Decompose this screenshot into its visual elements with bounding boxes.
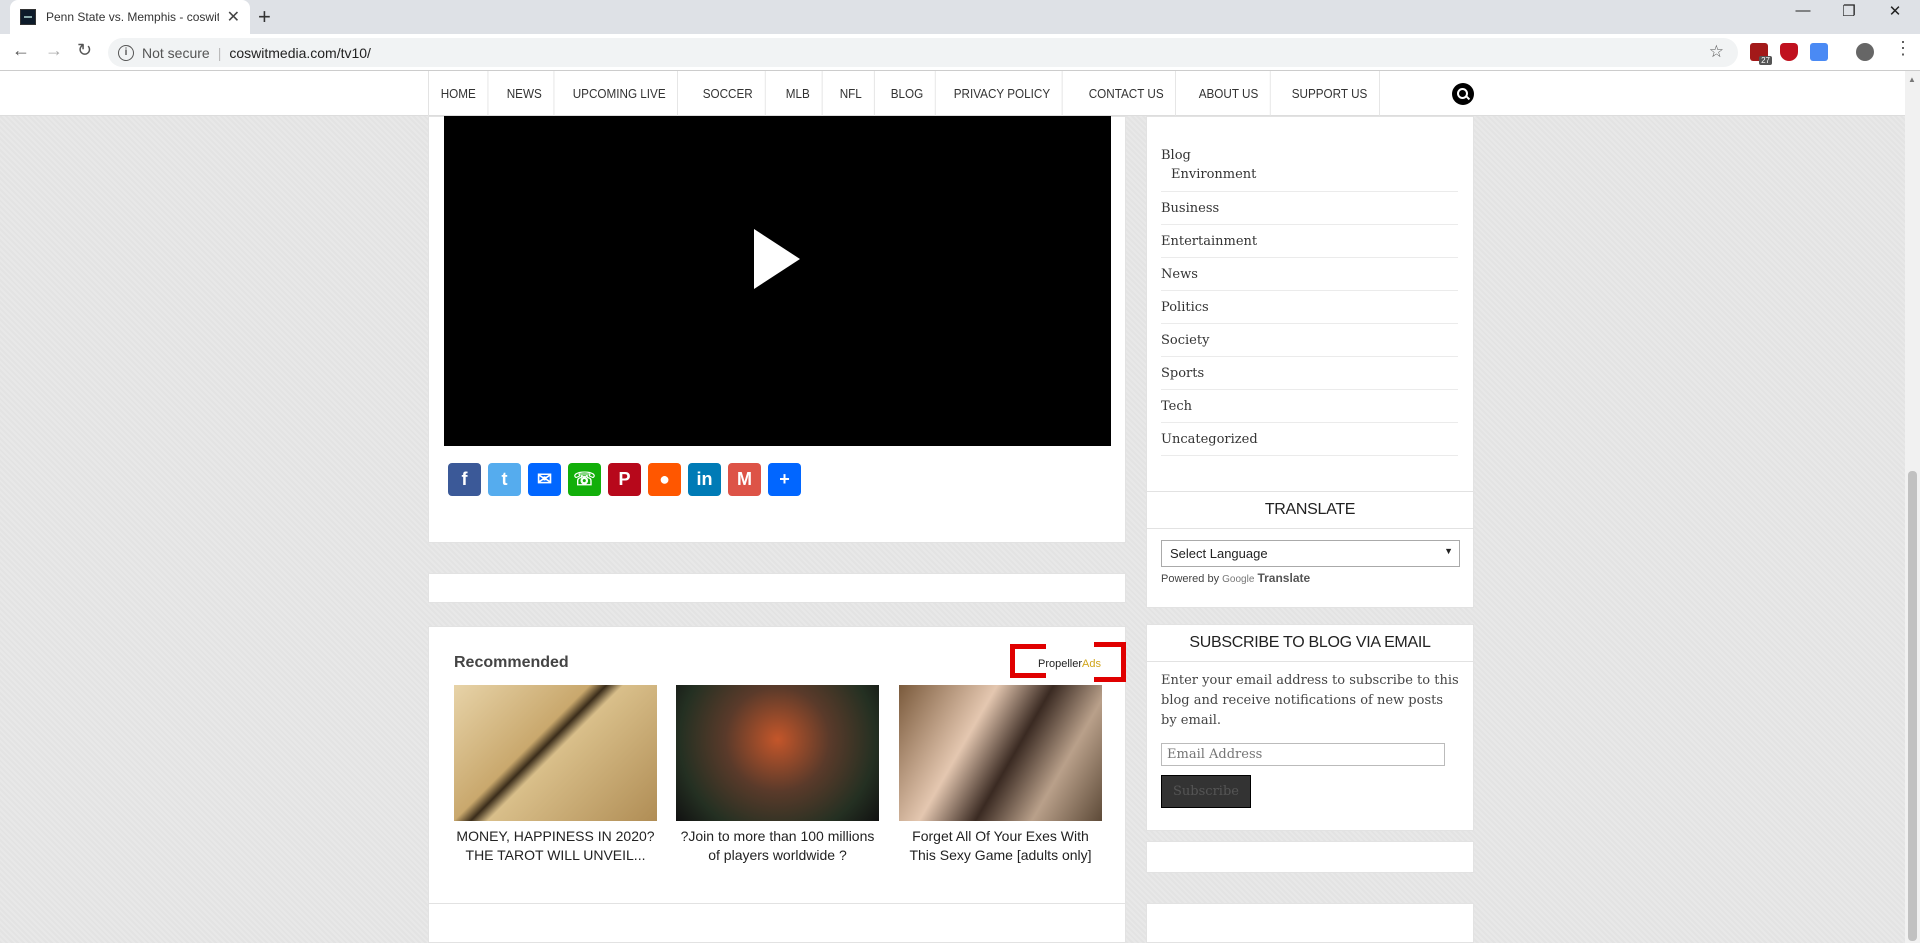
page-scrollbar[interactable]: ▲ (1905, 71, 1920, 943)
address-bar[interactable]: i Not secure | coswitmedia.com/tv10/ ☆ (108, 38, 1738, 67)
translate-title: TRANSLATE (1146, 491, 1474, 529)
nav-item-mlb[interactable]: MLB (774, 71, 823, 116)
info-icon[interactable]: i (118, 44, 134, 61)
menu-dots-icon[interactable]: ⋮ (1894, 38, 1912, 59)
video-player[interactable] (444, 116, 1111, 446)
nav-item-support-us[interactable]: SUPPORT US (1280, 71, 1380, 116)
recommended-caption[interactable]: Forget All Of Your Exes With This Sexy G… (899, 827, 1102, 865)
category-link-environment[interactable]: Environment (1161, 164, 1458, 192)
linkedin-share-icon[interactable]: in (688, 463, 721, 496)
nav-item-soccer[interactable]: SOCCER (691, 71, 766, 116)
translate-link[interactable]: Translate (1257, 571, 1310, 585)
nav-item-nfl[interactable]: NFL (828, 71, 875, 116)
language-select-value: Select Language (1170, 546, 1268, 561)
restore-icon[interactable]: ❐ (1826, 2, 1872, 20)
empty-side-card (1146, 841, 1474, 873)
recommended-title: Recommended (454, 654, 569, 671)
nav-item-contact-us[interactable]: CONTACT US (1077, 71, 1176, 116)
empty-card (428, 573, 1126, 603)
extension-translate-icon[interactable] (1810, 43, 1828, 61)
twitter-share-icon[interactable]: t (488, 463, 521, 496)
powered-by: Powered by Google Translate (1161, 571, 1310, 585)
pinterest-share-icon[interactable]: P (608, 463, 641, 496)
google-logo[interactable]: Google (1222, 574, 1254, 585)
reddit-share-icon[interactable]: ● (648, 463, 681, 496)
reload-icon[interactable]: ↻ (77, 40, 92, 61)
empty-card-bottom (428, 903, 1126, 943)
browser-tab-bar: Penn State vs. Memphis - coswitmedia ✕ +… (0, 0, 1920, 34)
security-label: Not secure (142, 44, 210, 61)
gmail-share-icon[interactable]: M (728, 463, 761, 496)
nav-item-news[interactable]: NEWS (495, 71, 555, 116)
dropdown-arrow-icon: ▼ (1444, 546, 1453, 556)
share-buttons: f t ✉ ☏ P ● in M + (448, 463, 801, 496)
empty-side-card-bottom (1146, 903, 1474, 943)
category-link-politics[interactable]: Politics (1161, 291, 1458, 324)
play-icon[interactable] (754, 229, 800, 289)
category-link-business[interactable]: Business (1161, 192, 1458, 225)
site-favicon-icon (20, 9, 36, 25)
extension-shield-icon[interactable] (1780, 43, 1798, 61)
tarot-thumbnail[interactable] (454, 685, 657, 821)
nav-menu: HOME NEWS UPCOMING LIVE SOCCER MLB NFL BLOG PRI… (428, 71, 1391, 116)
nav-item-about-us[interactable]: ABOUT US (1187, 71, 1271, 116)
url-text[interactable]: coswitmedia.com/tv10/ (229, 45, 371, 61)
scroll-up-icon[interactable]: ▲ (1908, 75, 1916, 84)
close-tab-icon[interactable]: ✕ (227, 7, 240, 27)
new-tab-icon[interactable]: + (258, 4, 271, 30)
red-highlight-right (1094, 642, 1126, 682)
nav-item-upcoming-live[interactable]: UPCOMING LIVE (561, 71, 679, 116)
profile-avatar-icon[interactable] (1856, 43, 1874, 61)
bookmark-star-icon[interactable]: ☆ (1709, 42, 1724, 62)
couple-thumbnail[interactable] (899, 685, 1102, 821)
recommended-item[interactable]: Forget All Of Your Exes With This Sexy G… (899, 685, 1102, 865)
share-share-icon[interactable]: + (768, 463, 801, 496)
red-highlight-left (1010, 644, 1046, 678)
recommended-item[interactable]: MONEY, HAPPINESS IN 2020? THE TAROT WILL… (454, 685, 657, 865)
recommended-caption[interactable]: MONEY, HAPPINESS IN 2020? THE TAROT WILL… (454, 827, 657, 865)
subscribe-description: Enter your email address to subscribe to… (1161, 673, 1459, 728)
forward-icon[interactable]: → (45, 40, 63, 61)
url-separator: | (217, 44, 222, 61)
category-link-uncategorized[interactable]: Uncategorized (1161, 423, 1458, 456)
category-link-entertainment[interactable]: Entertainment (1161, 225, 1458, 258)
browser-toolbar: ← → ↻ i Not secure | coswitmedia.com/tv1… (0, 34, 1920, 71)
powered-by-text: Powered by (1161, 573, 1220, 585)
extension-ublock-icon[interactable]: 27 (1750, 43, 1772, 65)
tab-title: Penn State vs. Memphis - coswitmedia (46, 10, 219, 24)
back-icon[interactable]: ← (12, 40, 30, 61)
extension-badge: 27 (1759, 56, 1772, 65)
search-icon[interactable] (1452, 83, 1474, 105)
scroll-thumb[interactable] (1908, 471, 1917, 941)
category-link-society[interactable]: Society (1161, 324, 1458, 357)
language-select[interactable]: Select Language ▼ (1161, 540, 1460, 567)
category-link-news[interactable]: News (1161, 258, 1458, 291)
categories-list: Blog Environment Business Entertainment News… (1161, 136, 1458, 456)
category-link-blog[interactable]: Blog (1161, 136, 1458, 164)
window-close-icon[interactable]: ✕ (1872, 2, 1918, 20)
recommended-caption[interactable]: ?Join to more than 100 millions of playe… (676, 827, 879, 865)
facebook-share-icon[interactable]: f (448, 463, 481, 496)
game-thumbnail[interactable] (676, 685, 879, 821)
browser-tab[interactable]: Penn State vs. Memphis - coswitmedia ✕ (10, 0, 250, 34)
category-link-tech[interactable]: Tech (1161, 390, 1458, 423)
whatsapp-share-icon[interactable]: ☏ (568, 463, 601, 496)
recommended-item[interactable]: ?Join to more than 100 millions of playe… (676, 685, 879, 865)
nav-item-home[interactable]: HOME (429, 71, 489, 116)
subscribe-button[interactable]: Subscribe (1161, 775, 1251, 808)
subscribe-title: SUBSCRIBE TO BLOG VIA EMAIL (1146, 624, 1474, 662)
minimize-icon[interactable]: — (1780, 2, 1826, 19)
email-field[interactable] (1161, 743, 1445, 766)
site-navigation: HOME NEWS UPCOMING LIVE SOCCER MLB NFL BLOG PRI… (0, 71, 1905, 116)
nav-item-blog[interactable]: BLOG (879, 71, 937, 116)
email-share-icon[interactable]: ✉ (528, 463, 561, 496)
nav-item-privacy-policy[interactable]: PRIVACY POLICY (942, 71, 1064, 116)
propeller-ads-label[interactable]: PropellerAds (1038, 658, 1101, 670)
category-link-sports[interactable]: Sports (1161, 357, 1458, 390)
